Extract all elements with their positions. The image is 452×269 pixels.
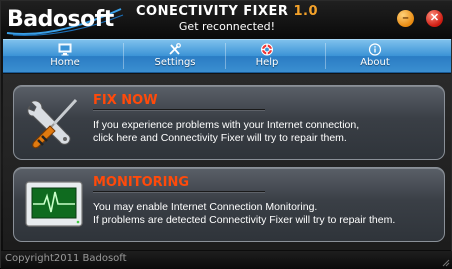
fix-now-title: FIX NOW: [93, 93, 158, 108]
fix-now-line-1: If you experience problems with your Int…: [93, 119, 360, 131]
minimize-button[interactable]: –: [397, 10, 414, 27]
monitor-icon: [58, 43, 72, 56]
monitoring-card[interactable]: MONITORING You may enable Internet Conne…: [13, 167, 445, 242]
nav-divider: [123, 43, 124, 69]
resize-grip-icon[interactable]: [440, 257, 450, 267]
fix-now-card[interactable]: FIX NOW If you experience problems with …: [13, 85, 445, 160]
nav-item-help[interactable]: Help: [217, 40, 317, 72]
monitoring-line-2: If problems are detected Connectivity Fi…: [93, 214, 396, 226]
monitoring-line-1: You may enable Internet Connection Monit…: [93, 201, 318, 213]
monitoring-description: You may enable Internet Connection Monit…: [93, 201, 438, 227]
nav-item-home[interactable]: Home: [15, 40, 115, 72]
fix-now-line-2: click here and Connectivity Fixer will t…: [93, 132, 347, 144]
nav-label-help: Help: [255, 57, 279, 68]
lifebuoy-icon: [261, 43, 273, 56]
nav-item-settings[interactable]: Settings: [125, 40, 225, 72]
close-icon: ✕: [429, 12, 440, 24]
nav-label-about: About: [360, 57, 390, 68]
app-name: CONECTIVITY FIXER: [136, 4, 289, 19]
app-window: Badosoft CONECTIVITY FIXER 1.0 Get recon…: [0, 0, 452, 269]
tools-icon: [169, 43, 181, 55]
app-subtitle: Get reconnected!: [178, 20, 276, 33]
fix-now-description: If you experience problems with your Int…: [93, 119, 438, 145]
app-title: CONECTIVITY FIXER 1.0: [1, 4, 452, 19]
nav-bar: Home Settings Help About: [3, 39, 451, 73]
title-divider: [93, 191, 265, 192]
heartbeat-monitor-icon: [25, 181, 83, 227]
nav-label-settings: Settings: [154, 57, 196, 68]
title-divider: [93, 109, 265, 110]
nav-item-about[interactable]: About: [325, 40, 425, 72]
monitoring-title: MONITORING: [93, 175, 190, 190]
title-bar[interactable]: Badosoft CONECTIVITY FIXER 1.0 Get recon…: [1, 1, 452, 39]
close-button[interactable]: ✕: [426, 10, 443, 27]
minimize-icon: –: [402, 12, 409, 24]
nav-label-home: Home: [50, 57, 80, 68]
status-bar: Copyright2011 Badosoft: [1, 251, 452, 269]
app-version: 1.0: [293, 4, 318, 19]
info-icon: [368, 43, 382, 56]
main-panel: FIX NOW If you experience problems with …: [3, 74, 451, 250]
copyright-text: Copyright2011 Badosoft: [5, 253, 127, 264]
wrench-screwdriver-icon: [27, 98, 78, 149]
